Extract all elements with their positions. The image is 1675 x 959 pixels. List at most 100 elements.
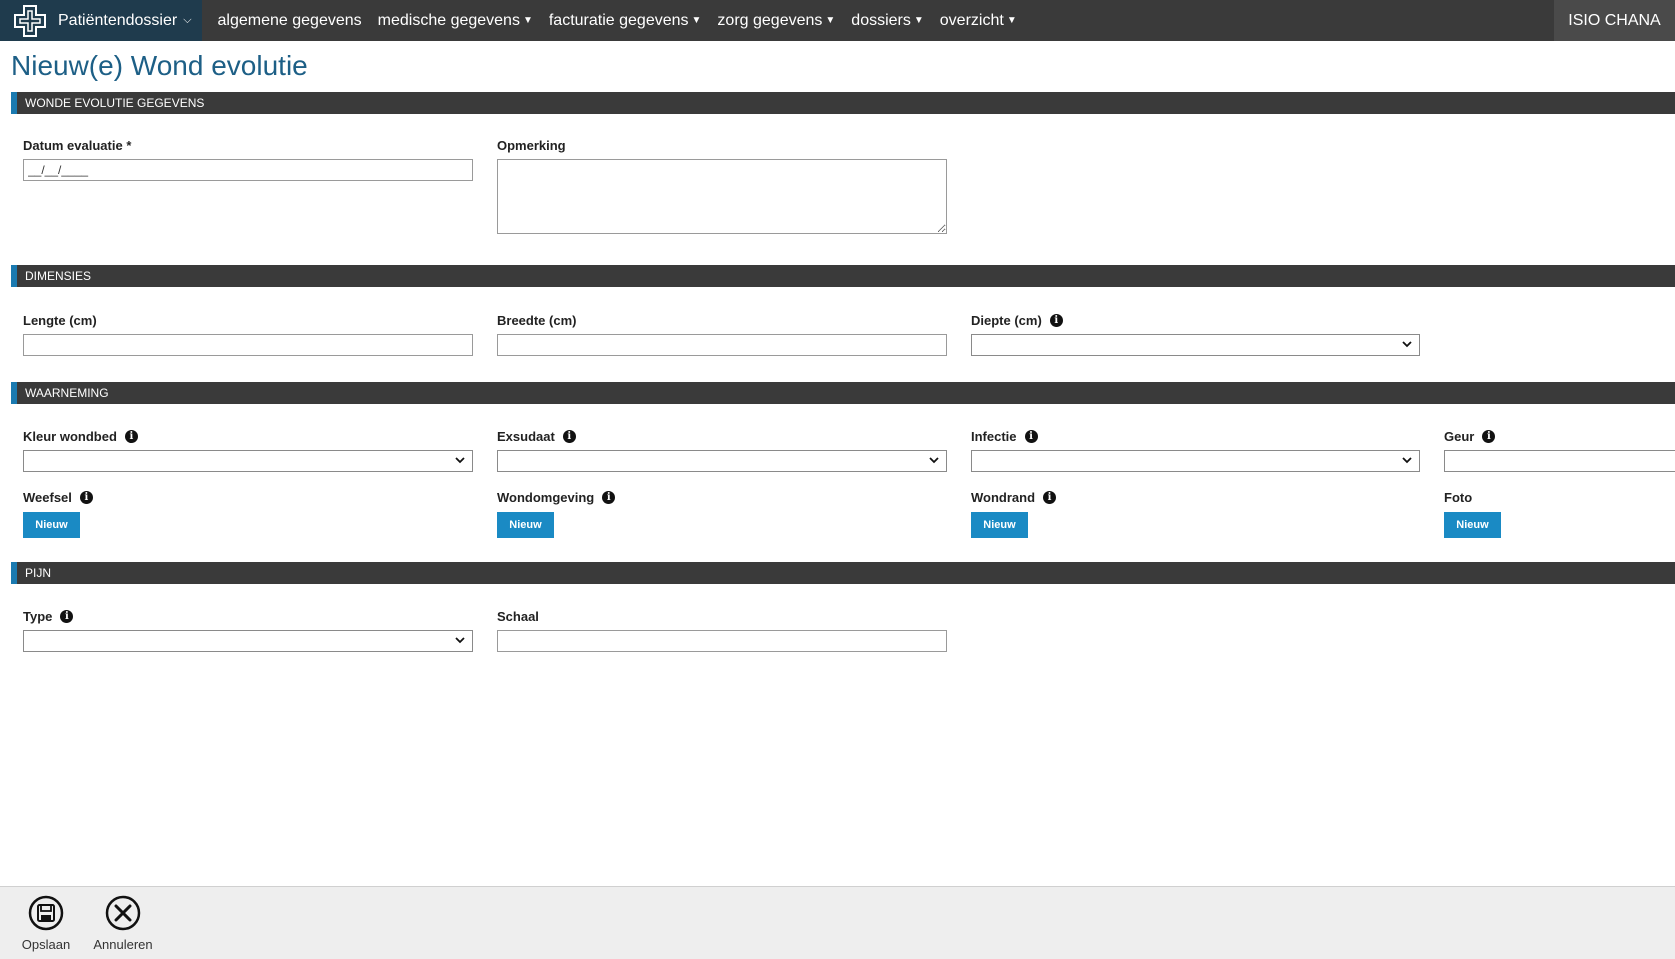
opmerking-label-text: Opmerking [497, 137, 566, 153]
wondrand-new-button[interactable]: Nieuw [971, 512, 1028, 538]
diepte-label: Diepte (cm) i [971, 312, 1063, 328]
info-icon[interactable]: i [1024, 429, 1038, 443]
lengte-label-text: Lengte (cm) [23, 312, 97, 328]
opmerking-label: Opmerking [497, 137, 566, 153]
wondomgeving-field: Wondomgeving i [497, 489, 616, 505]
info-icon[interactable]: i [602, 490, 616, 504]
medical-cross-icon [14, 4, 46, 37]
diepte-field: Diepte (cm) i [971, 312, 1063, 328]
weefsel-label-text: Weefsel [23, 489, 72, 505]
lengte-label: Lengte (cm) [23, 312, 97, 328]
nav-label: facturatie gegevens [548, 11, 689, 29]
weefsel-label: Weefsel i [23, 489, 93, 505]
user-menu[interactable]: ISIO CHANA [1554, 0, 1675, 41]
breedte-label: Breedte (cm) [497, 312, 576, 328]
kleur-wondbed-select[interactable] [23, 450, 473, 472]
datum-label-text: Datum evaluatie * [23, 137, 132, 153]
nav-label: zorg gegevens [717, 11, 823, 29]
geur-label: Geur i [1444, 428, 1496, 444]
datum-field: Datum evaluatie * [23, 137, 131, 153]
breedte-input[interactable] [497, 334, 947, 356]
schaal-label-text: Schaal [497, 608, 539, 624]
infectie-label: Infectie i [971, 428, 1038, 444]
foto-new-button[interactable]: Nieuw [1444, 512, 1501, 538]
kleur-wondbed-label: Kleur wondbed i [23, 428, 138, 444]
section-header-evolutie: WONDE EVOLUTIE GEGEVENS [11, 92, 1675, 114]
nav-facturatie-gegevens[interactable]: facturatie gegevens ▼ [541, 12, 710, 30]
main-nav: algemene gegevens medische gegevens ▼ fac… [210, 12, 1025, 30]
exsudaat-select[interactable] [497, 450, 947, 472]
diepte-label-text: Diepte (cm) [971, 312, 1042, 328]
type-label-text: Type [23, 608, 53, 624]
wondomgeving-label-text: Wondomgeving [497, 489, 595, 505]
chevron-down-icon [1402, 457, 1412, 464]
nav-dossiers[interactable]: dossiers ▼ [843, 12, 931, 30]
foto-label-text: Foto [1444, 489, 1473, 505]
geur-select[interactable] [1444, 450, 1675, 472]
section-header-waarneming: WAARNEMING [11, 382, 1675, 404]
wondrand-field: Wondrand i [971, 489, 1057, 505]
page-title: Nieuw(e) Wond evolutie [11, 50, 308, 81]
schaal-label: Schaal [497, 608, 539, 624]
datum-label: Datum evaluatie * [23, 137, 131, 153]
info-icon[interactable]: i [79, 490, 93, 504]
chevron-down-icon [455, 637, 465, 644]
nav-overzicht[interactable]: overzicht ▼ [932, 12, 1025, 30]
nav-algemene-gegevens[interactable]: algemene gegevens [210, 12, 370, 30]
nav-label: algemene gegevens [217, 11, 362, 29]
datum-evaluatie-input[interactable] [23, 159, 473, 181]
wondomgeving-label: Wondomgeving i [497, 489, 616, 505]
cancel-button[interactable]: Annuleren [88, 895, 158, 952]
diepte-select[interactable] [971, 334, 1420, 356]
geur-field: Geur i [1444, 428, 1496, 444]
save-button[interactable]: Opslaan [11, 895, 81, 952]
info-icon[interactable]: i [124, 429, 138, 443]
foto-field: Foto [1444, 489, 1472, 505]
kleur-wondbed-label-text: Kleur wondbed [23, 428, 117, 444]
caret-down-icon: ▼ [913, 14, 924, 26]
opmerking-field: Opmerking [497, 137, 566, 153]
info-icon[interactable]: i [562, 429, 576, 443]
type-label: Type i [23, 608, 74, 624]
info-icon[interactable]: i [60, 609, 74, 623]
nav-medische-gegevens[interactable]: medische gegevens ▼ [370, 12, 541, 30]
nav-zorg-gegevens[interactable]: zorg gegevens ▼ [709, 12, 843, 30]
nav-label: overzicht [939, 11, 1004, 29]
foto-label: Foto [1444, 489, 1472, 505]
chevron-down-icon [1402, 341, 1412, 348]
wondrand-label-text: Wondrand [971, 489, 1036, 505]
exsudaat-field: Exsudaat i [497, 428, 576, 444]
weefsel-field: Weefsel i [23, 489, 93, 505]
section-header-pijn: PIJN [11, 562, 1675, 584]
infectie-label-text: Infectie [971, 428, 1017, 444]
caret-down-icon: ▼ [691, 14, 702, 26]
caret-down-icon: ▼ [522, 14, 533, 26]
section-header-dimensies: DIMENSIES [11, 265, 1675, 287]
opmerking-textarea[interactable] [497, 159, 947, 234]
info-icon[interactable]: i [1043, 490, 1057, 504]
wondrand-label: Wondrand i [971, 489, 1057, 505]
footer-toolbar: Opslaan Annuleren [0, 886, 1675, 959]
top-navbar: Patiëntendossier ⌵ algemene gegevens med… [0, 0, 1675, 41]
brand-label: Patiëntendossier [58, 11, 178, 29]
lengte-input[interactable] [23, 334, 473, 356]
chevron-down-icon [929, 457, 939, 464]
info-icon[interactable]: i [1049, 313, 1063, 327]
infectie-field: Infectie i [971, 428, 1038, 444]
info-icon[interactable]: i [1482, 429, 1496, 443]
infectie-select[interactable] [971, 450, 1420, 472]
pijn-schaal-input[interactable] [497, 630, 947, 652]
brand-menu[interactable]: Patiëntendossier ⌵ [0, 0, 202, 41]
cancel-label: Annuleren [93, 937, 153, 952]
breedte-label-text: Breedte (cm) [497, 312, 577, 328]
chevron-down-icon: ⌵ [183, 14, 192, 26]
pijn-type-select[interactable] [23, 630, 473, 652]
kleur-wondbed-field: Kleur wondbed i [23, 428, 138, 444]
weefsel-new-button[interactable]: Nieuw [23, 512, 80, 538]
exsudaat-label-text: Exsudaat [497, 428, 555, 444]
wondomgeving-new-button[interactable]: Nieuw [497, 512, 554, 538]
caret-down-icon: ▼ [825, 14, 836, 26]
schaal-field: Schaal [497, 608, 539, 624]
caret-down-icon: ▼ [1006, 14, 1017, 26]
close-circle-icon [105, 895, 141, 931]
